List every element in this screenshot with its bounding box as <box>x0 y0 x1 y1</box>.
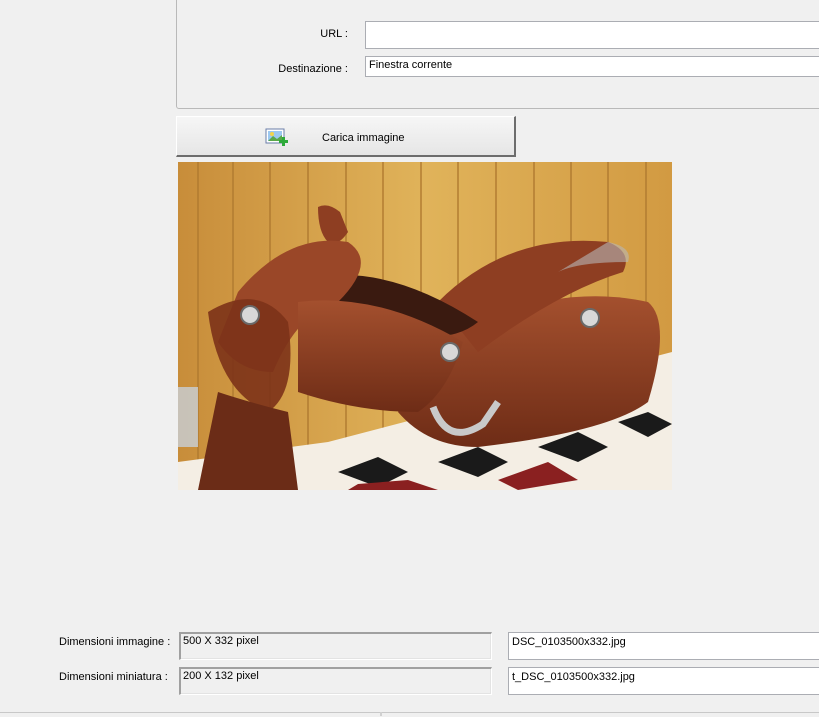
image-preview <box>178 162 672 490</box>
destination-select[interactable]: Finestra corrente <box>365 56 819 77</box>
image-dimensions-value: 500 X 332 pixel <box>179 632 492 660</box>
thumbnail-dimensions-label: Dimensioni miniatura : <box>59 671 168 683</box>
link-settings-group <box>176 0 819 109</box>
image-add-icon <box>265 127 289 149</box>
status-bar-divider <box>380 712 382 716</box>
thumbnail-filename-field[interactable]: t_DSC_0103500x332.jpg <box>508 667 819 695</box>
url-label: URL : <box>320 28 348 40</box>
load-image-label: Carica immagine <box>322 132 405 144</box>
status-bar <box>0 712 819 717</box>
image-filename-field[interactable]: DSC_0103500x332.jpg <box>508 632 819 660</box>
image-dimensions-label: Dimensioni immagine : <box>59 636 171 648</box>
thumbnail-dimensions-value: 200 X 132 pixel <box>179 667 492 695</box>
load-image-button[interactable]: Carica immagine <box>176 116 516 157</box>
destination-label: Destinazione : <box>278 63 348 75</box>
url-input[interactable] <box>365 21 819 49</box>
